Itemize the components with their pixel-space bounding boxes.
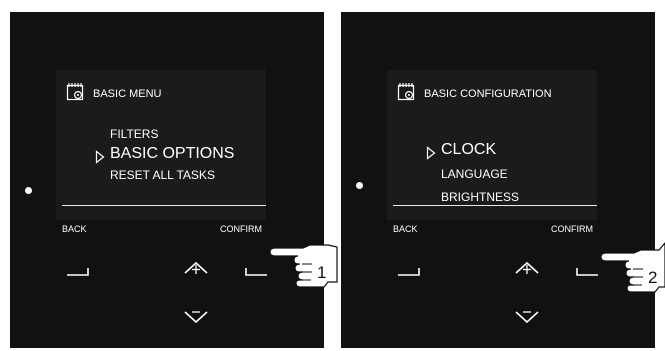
step-number-2: 2 — [648, 268, 657, 287]
pointing-hand-icon — [269, 244, 338, 288]
hand-overlay: 1 2 — [269, 242, 665, 293]
step-number-1: 1 — [317, 263, 326, 282]
